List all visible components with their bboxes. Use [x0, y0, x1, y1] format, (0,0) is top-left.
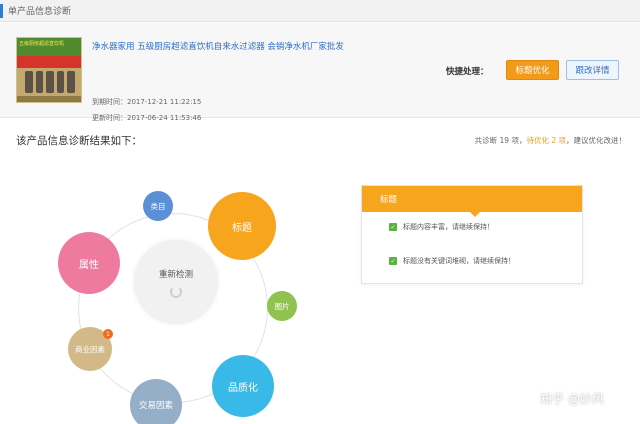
checkmark-icon: ✓: [389, 257, 397, 265]
header-bar: 单产品信息诊断: [0, 0, 640, 22]
product-thumbnail[interactable]: 五级厨房超滤直饮机: [16, 37, 82, 103]
business-badge: 1: [103, 329, 113, 339]
diagnosis-diagram: 重新检测 类目 标题 属性 图片 商业因素 1 品质化 交易因素: [0, 160, 340, 424]
node-quality[interactable]: 品质化: [212, 355, 274, 417]
update-time: 更新时间：2017-06-24 11:53:46: [92, 114, 202, 122]
header-accent: [0, 4, 3, 18]
check-item: ✓ 标题内容丰富，请继续保持！: [389, 223, 494, 231]
node-attributes[interactable]: 属性: [58, 232, 120, 294]
result-title: 该产品信息诊断结果如下：: [16, 135, 142, 147]
node-image[interactable]: 图片: [267, 291, 297, 321]
page-title: 单产品信息诊断: [8, 7, 72, 17]
pending-count: 待优化 2 项: [526, 136, 566, 145]
node-title[interactable]: 标题: [208, 192, 276, 260]
checkmark-icon: ✓: [389, 223, 397, 231]
refresh-icon: [170, 286, 182, 298]
quick-action-label: 快捷处理：: [446, 67, 489, 77]
recheck-button[interactable]: 重新检测: [134, 240, 218, 324]
node-trade[interactable]: 交易因素: [130, 379, 182, 424]
detail-arrow: [470, 212, 480, 217]
thumbnail-bottles: [25, 71, 75, 93]
detail-heading: 标题: [362, 186, 582, 212]
title-optimize-button[interactable]: 标题优化: [506, 60, 559, 80]
node-category[interactable]: 类目: [143, 191, 173, 221]
thumbnail-caption: 五级厨房超滤直饮机: [19, 41, 65, 47]
watermark: 知乎 @妙风: [540, 392, 604, 406]
track-details-button[interactable]: 跟改详情: [566, 60, 619, 80]
product-name-link[interactable]: 净水器家用 五级厨房超滤直饮机自来水过滤器 会销净水机厂家批发: [92, 40, 344, 52]
diagnosis-summary: 共诊断 19 项，待优化 2 项，建议优化改进！: [474, 136, 626, 145]
recheck-label: 重新检测: [158, 270, 193, 280]
check-item: ✓ 标题没有关键词堆砌，请继续保持！: [389, 257, 515, 265]
title-detail-panel: 标题 ✓ 标题内容丰富，请继续保持！ ✓ 标题没有关键词堆砌，请继续保持！: [361, 185, 583, 284]
expire-time: 到期时间：2017-12-21 11:22:15: [92, 98, 202, 106]
